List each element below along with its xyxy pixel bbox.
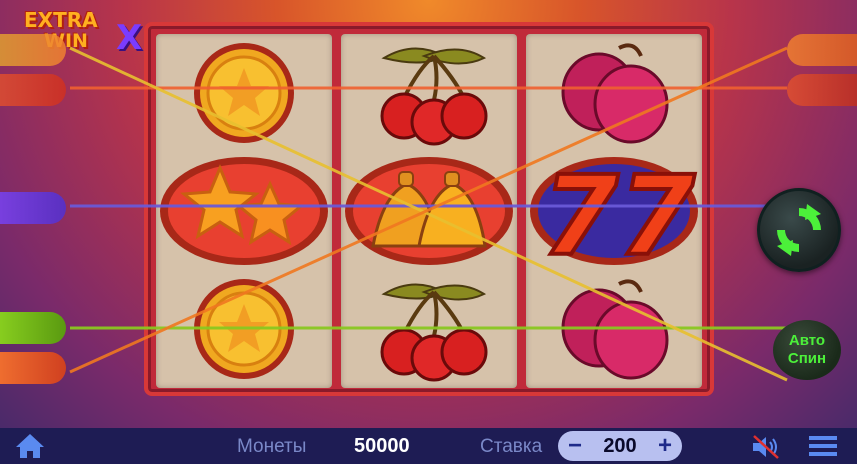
logo-x: X <box>116 18 143 58</box>
refresh-icon <box>777 204 821 256</box>
svg-text:77: 77 <box>542 154 696 268</box>
payline-tab-left-4 <box>0 312 66 344</box>
bet-increase-button[interactable]: + <box>654 434 676 458</box>
coins-value: 50000 <box>354 435 410 457</box>
payline-tab-left-3 <box>0 192 66 224</box>
payline-tab-right-1 <box>787 34 857 66</box>
symbol-coin-star <box>156 270 332 388</box>
auto-spin-button[interactable]: Авто Спин <box>773 320 841 380</box>
bet-decrease-button[interactable]: − <box>564 434 586 458</box>
symbol-coin-star <box>156 34 332 152</box>
menu-icon[interactable] <box>808 434 838 458</box>
symbol-plums <box>526 34 702 152</box>
game-stage: EXTRA WIN X 77 Авто Спин <box>0 0 857 428</box>
symbol-bells <box>341 152 517 270</box>
reel-1 <box>156 34 332 388</box>
auto-spin-label-2: Спин <box>787 350 827 367</box>
logo-line1: EXTRA <box>24 8 98 32</box>
symbol-stars <box>156 152 332 270</box>
payline-tab-left-1 <box>0 34 66 66</box>
bet-stepper: − 200 + <box>558 431 682 461</box>
auto-spin-label-1: Авто <box>788 332 826 349</box>
bet-value: 200 <box>603 434 637 457</box>
reels-frame: 77 <box>144 22 714 396</box>
symbol-sevens: 77 <box>526 152 702 270</box>
home-icon[interactable] <box>14 432 46 460</box>
symbol-cherries <box>341 34 517 152</box>
symbol-cherries <box>341 270 517 388</box>
bottom-bar: Монеты 50000 Ставка − 200 + <box>0 428 857 464</box>
payline-tab-left-5 <box>0 352 66 384</box>
symbol-plums <box>526 270 702 388</box>
spin-button[interactable] <box>757 188 841 272</box>
reel-3: 77 <box>526 34 702 388</box>
payline-tab-left-2 <box>0 74 66 106</box>
coins-label: Монеты <box>237 436 307 457</box>
bet-label: Ставка <box>480 436 543 457</box>
sound-muted-icon[interactable] <box>750 434 782 460</box>
reel-2 <box>341 34 517 388</box>
payline-tab-right-2 <box>787 74 857 106</box>
